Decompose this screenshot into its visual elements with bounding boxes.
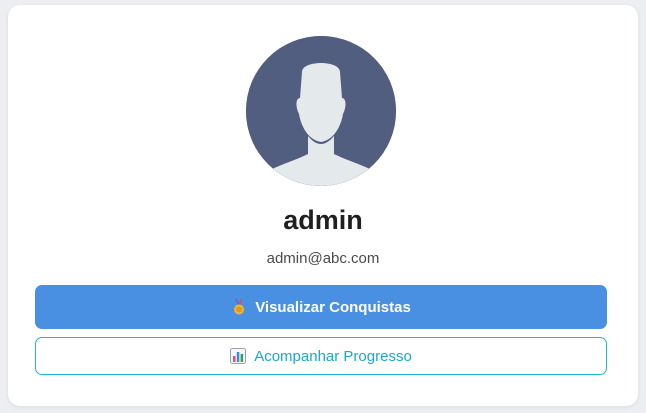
track-progress-button[interactable]: Acompanhar Progresso bbox=[35, 337, 607, 375]
avatar bbox=[246, 36, 396, 186]
view-achievements-button[interactable]: Visualizar Conquistas bbox=[35, 285, 607, 329]
profile-email: admin@abc.com bbox=[266, 250, 380, 267]
profile-name: admin bbox=[283, 205, 363, 235]
medal-icon bbox=[231, 299, 247, 315]
profile-card: admin admin@abc.com Visualizar Conquista… bbox=[8, 5, 638, 406]
track-progress-label: Acompanhar Progresso bbox=[254, 347, 412, 365]
view-achievements-label: Visualizar Conquistas bbox=[255, 298, 411, 316]
user-silhouette-icon bbox=[246, 36, 396, 186]
bar-chart-icon bbox=[230, 348, 247, 364]
